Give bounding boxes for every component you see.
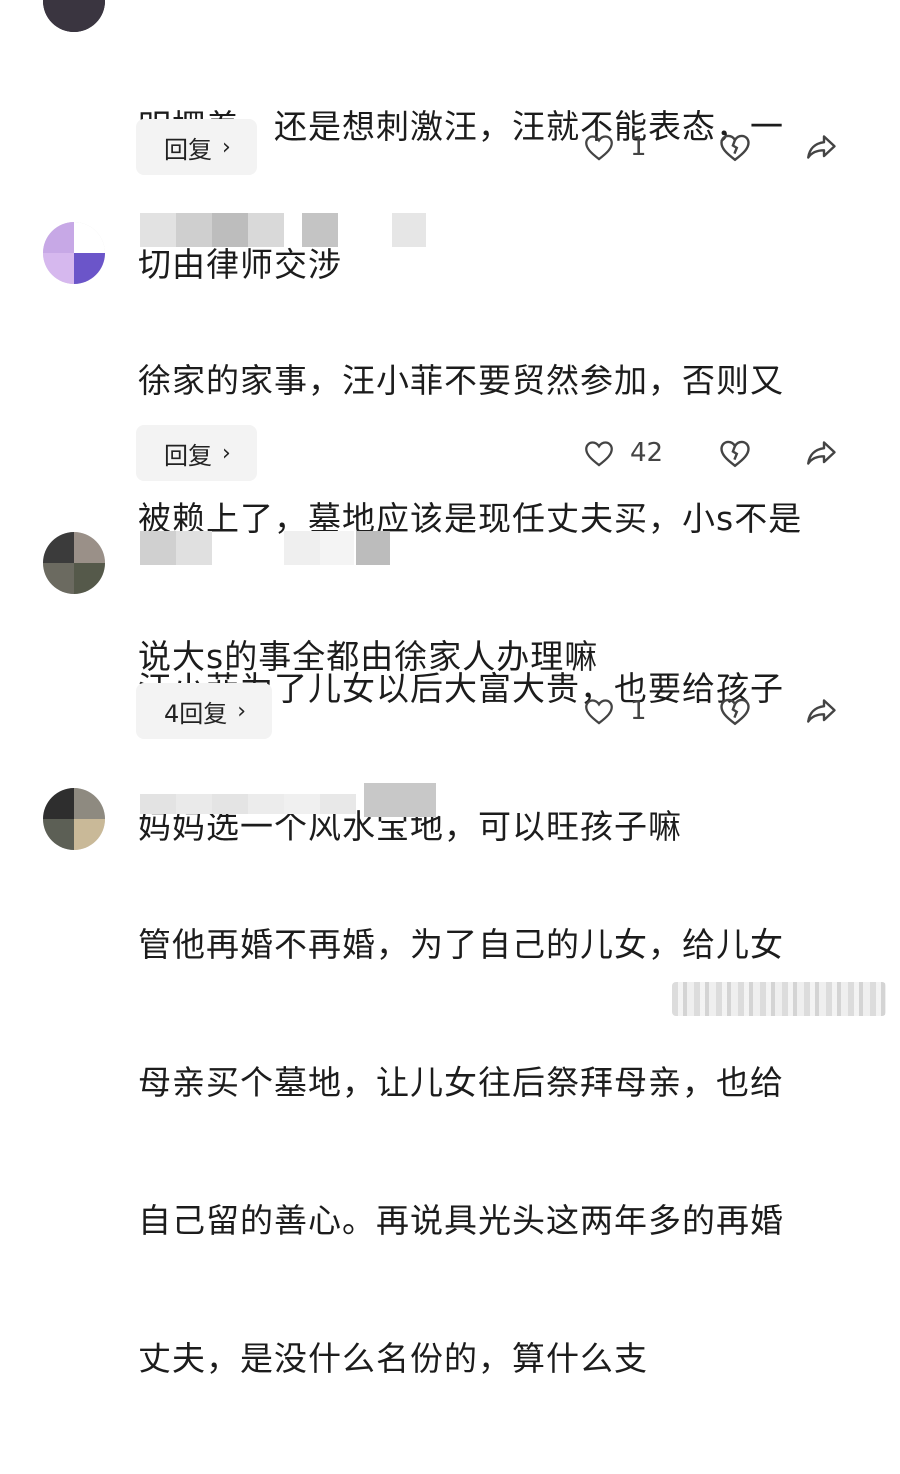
reply-button[interactable]: 回复 › (136, 425, 257, 481)
avatar[interactable] (43, 532, 105, 594)
reply-label: 回复 (164, 441, 212, 470)
avatar[interactable] (43, 0, 105, 32)
like-count: 1 (630, 696, 647, 726)
watermark-blurred (672, 982, 886, 1016)
share-arrow-icon (807, 441, 836, 465)
comment-actions: 1 (582, 683, 864, 739)
avatar[interactable] (43, 788, 105, 850)
like-button[interactable]: 1 (582, 694, 692, 728)
broken-heart-icon (720, 698, 750, 726)
broken-heart-icon (720, 134, 750, 162)
dislike-button[interactable] (692, 129, 778, 165)
heart-outline-icon (585, 135, 613, 161)
share-arrow-icon (807, 135, 836, 159)
reply-button[interactable]: 回复 › (136, 119, 257, 175)
chevron-right-icon: › (222, 440, 231, 466)
like-count: 1 (630, 132, 647, 162)
dislike-button[interactable] (692, 693, 778, 729)
broken-heart-icon (720, 440, 750, 468)
comment-text: 管他再婚不再婚，为了自己的儿女，给儿女 母亲买个墓地，让儿女往后祭拜母亲，也给 … (138, 925, 784, 1378)
comment-actions: 42 (582, 425, 864, 481)
share-button[interactable] (778, 129, 864, 165)
heart-outline-icon (585, 699, 613, 725)
heart-outline-icon (585, 441, 613, 467)
avatar[interactable] (43, 222, 105, 284)
share-arrow-icon (807, 699, 836, 723)
username-blurred (140, 528, 390, 568)
like-button[interactable]: 42 (582, 436, 692, 470)
share-button[interactable] (778, 693, 864, 729)
like-button[interactable]: 1 (582, 130, 692, 164)
username-blurred (140, 780, 436, 820)
share-button[interactable] (778, 435, 864, 471)
reply-label: 回复 (164, 135, 212, 164)
chevron-right-icon: › (222, 134, 231, 160)
dislike-button[interactable] (692, 435, 778, 471)
chevron-right-icon: › (237, 698, 247, 724)
username-blurred (140, 210, 426, 250)
comment-actions: 1 (582, 119, 864, 175)
reply-button[interactable]: 4回复 › (136, 683, 273, 739)
like-count: 42 (630, 438, 664, 468)
reply-label: 4回复 (164, 699, 228, 728)
